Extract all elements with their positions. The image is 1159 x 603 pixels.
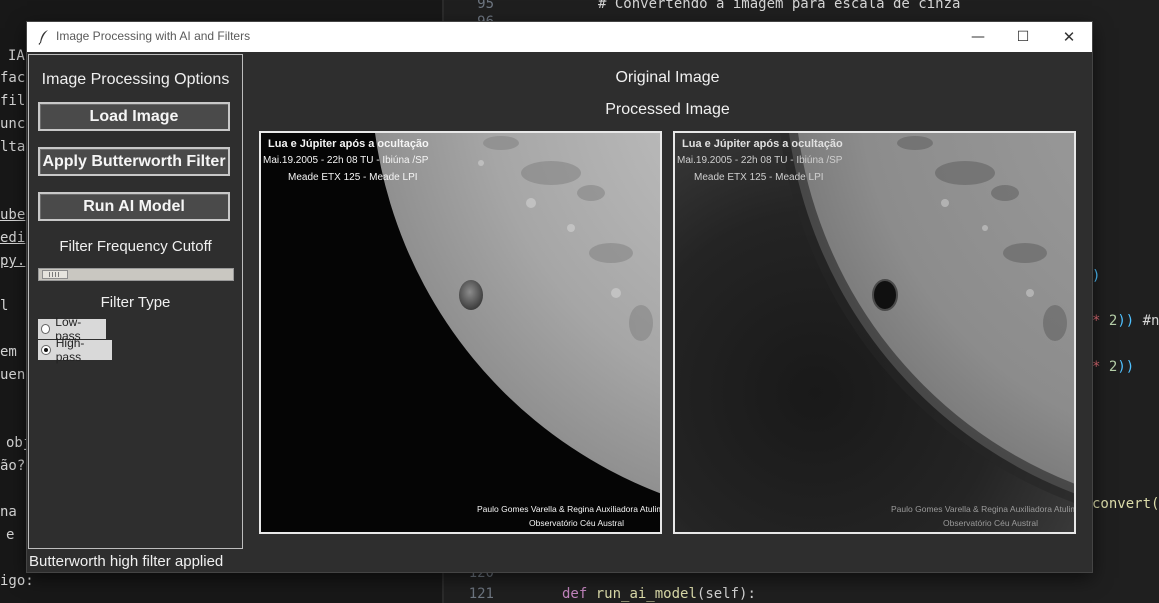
status-label: Butterworth high filter applied (29, 553, 224, 570)
radio-button-icon[interactable] (41, 324, 51, 334)
code-fragment: convert( (1092, 496, 1159, 512)
photo-caption-date: Mai.19.2005 - 22h 08 TU - Ibiúna /SP (677, 155, 843, 166)
line-number: 121 (468, 586, 494, 602)
chat-fragment: lta (0, 139, 26, 155)
code-line[interactable]: def run_ai_model(self): (562, 586, 756, 602)
original-image-label: Original Image (615, 69, 720, 86)
cutoff-slider[interactable] (38, 268, 234, 281)
processed-image-label: Processed Image (605, 101, 730, 118)
slider-thumb[interactable] (41, 270, 68, 279)
app-window: Image Processing with AI and Filters — ☐… (27, 22, 1092, 572)
photo-credit-observatory: Observatório Céu Austral (943, 518, 1038, 528)
chat-fragment: em (0, 344, 17, 360)
chat-fragment: fil (0, 93, 26, 109)
chat-fragment: unc (0, 116, 26, 132)
photo-caption-equipment: Meade ETX 125 - Meade LPI (288, 172, 418, 183)
photo-caption-title: Lua e Júpiter após a ocultação (268, 138, 429, 150)
photo-caption-equipment: Meade ETX 125 - Meade LPI (694, 172, 824, 183)
cutoff-label: Filter Frequency Cutoff (59, 238, 212, 255)
code-fragment: * 2)) #n (1092, 313, 1159, 329)
minimize-button[interactable]: — (955, 22, 1001, 52)
options-panel: Image Processing Options Load Image Appl… (28, 54, 243, 549)
code-fragment: * 2)) (1092, 359, 1135, 375)
code-line[interactable]: # Convertendo a imagem para escala de ci… (598, 0, 960, 12)
filtered-photo (675, 133, 1074, 532)
chat-fragment: fac (0, 70, 26, 86)
chat-fragment: ube (0, 207, 26, 223)
chat-fragment: py. (0, 253, 26, 269)
close-button[interactable]: ✕ (1046, 22, 1092, 52)
chat-fragment: uen (0, 367, 26, 383)
load-image-button[interactable]: Load Image (38, 102, 230, 131)
chat-fragment: e (6, 527, 15, 543)
title-bar[interactable]: Image Processing with AI and Filters — ☐… (27, 22, 1092, 52)
radio-label: High-pass (55, 336, 85, 364)
feather-icon (38, 30, 48, 45)
filter-type-label: Filter Type (100, 294, 171, 311)
moon-jupiter-photo (261, 133, 660, 532)
photo-caption-title: Lua e Júpiter após a ocultação (682, 138, 843, 150)
original-image: Lua e Júpiter após a ocultação Mai.19.20… (259, 131, 662, 534)
apply-butterworth-button[interactable]: Apply Butterworth Filter (38, 147, 230, 176)
processed-image: Lua e Júpiter após a ocultação Mai.19.20… (673, 131, 1076, 534)
maximize-button[interactable]: ☐ (1000, 22, 1046, 52)
photo-caption-date: Mai.19.2005 - 22h 08 TU - Ibiúna /SP (263, 155, 429, 166)
chat-fragment: na (0, 504, 17, 520)
photo-credit: Paulo Gomes Varella & Regina Auxiliadora… (477, 504, 662, 514)
chat-fragment: IA (8, 48, 25, 64)
window-title: Image Processing with AI and Filters (56, 29, 251, 43)
chat-fragment: ão? (0, 458, 26, 474)
chat-fragment: igo: (0, 573, 34, 589)
radio-high-pass[interactable]: High-pass (38, 336, 112, 364)
chat-fragment: edi (0, 230, 26, 246)
line-number: 95 (477, 0, 494, 12)
radio-button-selected-icon[interactable] (41, 345, 51, 355)
photo-credit: Paulo Gomes Varella & Regina Auxiliadora… (891, 504, 1076, 514)
run-ai-model-button[interactable]: Run AI Model (38, 192, 230, 221)
code-fragment: ) (1092, 268, 1101, 284)
options-heading: Image Processing Options (41, 71, 230, 88)
chat-fragment: l (0, 298, 9, 314)
photo-credit-observatory: Observatório Céu Austral (529, 518, 624, 528)
